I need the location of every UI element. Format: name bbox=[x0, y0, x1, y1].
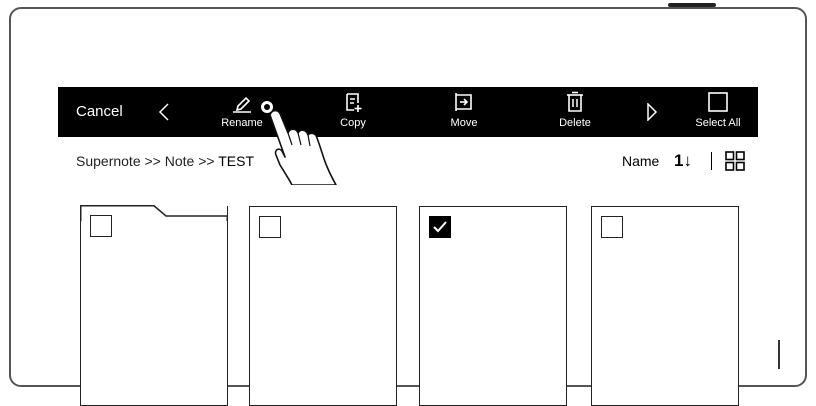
path-bar: Supernote >> Note >> TEST Name 1↓ bbox=[58, 137, 758, 186]
selection-toolbar: Cancel Rename Copy Move Delete Select Al… bbox=[58, 87, 758, 137]
trash-icon bbox=[567, 91, 583, 112]
move-button[interactable]: Move bbox=[424, 91, 504, 129]
checkmark-icon bbox=[433, 221, 447, 233]
breadcrumb-separator: >> bbox=[198, 153, 215, 169]
breadcrumb-root[interactable]: Supernote bbox=[76, 153, 141, 169]
select-all-label: Select All bbox=[695, 117, 741, 129]
breadcrumb-separator: >> bbox=[144, 153, 161, 169]
cancel-button[interactable]: Cancel bbox=[76, 103, 123, 120]
note-checkbox[interactable] bbox=[259, 216, 281, 238]
delete-button[interactable]: Delete bbox=[535, 91, 615, 129]
sort-by-name-button[interactable]: Name bbox=[622, 153, 659, 169]
folder-item[interactable] bbox=[80, 205, 228, 406]
folder-checkbox[interactable] bbox=[90, 215, 112, 237]
breadcrumb: Supernote >> Note >> TEST bbox=[76, 153, 254, 169]
divider bbox=[711, 152, 712, 170]
move-label: Move bbox=[450, 117, 478, 129]
delete-label: Delete bbox=[559, 117, 591, 129]
move-icon bbox=[455, 93, 472, 111]
file-grid bbox=[58, 185, 758, 406]
pencil-icon bbox=[233, 96, 251, 113]
grid-view-icon[interactable] bbox=[725, 151, 745, 176]
note-item[interactable] bbox=[249, 206, 397, 406]
device-edge bbox=[778, 340, 780, 369]
note-checkbox[interactable] bbox=[601, 216, 623, 238]
hand-pointer-icon bbox=[257, 97, 337, 185]
breadcrumb-current: TEST bbox=[218, 153, 254, 169]
note-checkbox-checked[interactable] bbox=[429, 216, 451, 238]
checkbox-icon bbox=[708, 92, 728, 112]
sort-icon[interactable]: 1↓ bbox=[674, 151, 692, 171]
note-item-selected[interactable] bbox=[419, 206, 567, 406]
chevron-right-icon[interactable] bbox=[646, 102, 658, 126]
chevron-left-icon[interactable] bbox=[158, 103, 170, 126]
note-item[interactable] bbox=[591, 206, 739, 406]
breadcrumb-folder[interactable]: Note bbox=[165, 153, 195, 169]
select-all-button[interactable]: Select All bbox=[678, 91, 758, 129]
power-button bbox=[668, 3, 716, 7]
